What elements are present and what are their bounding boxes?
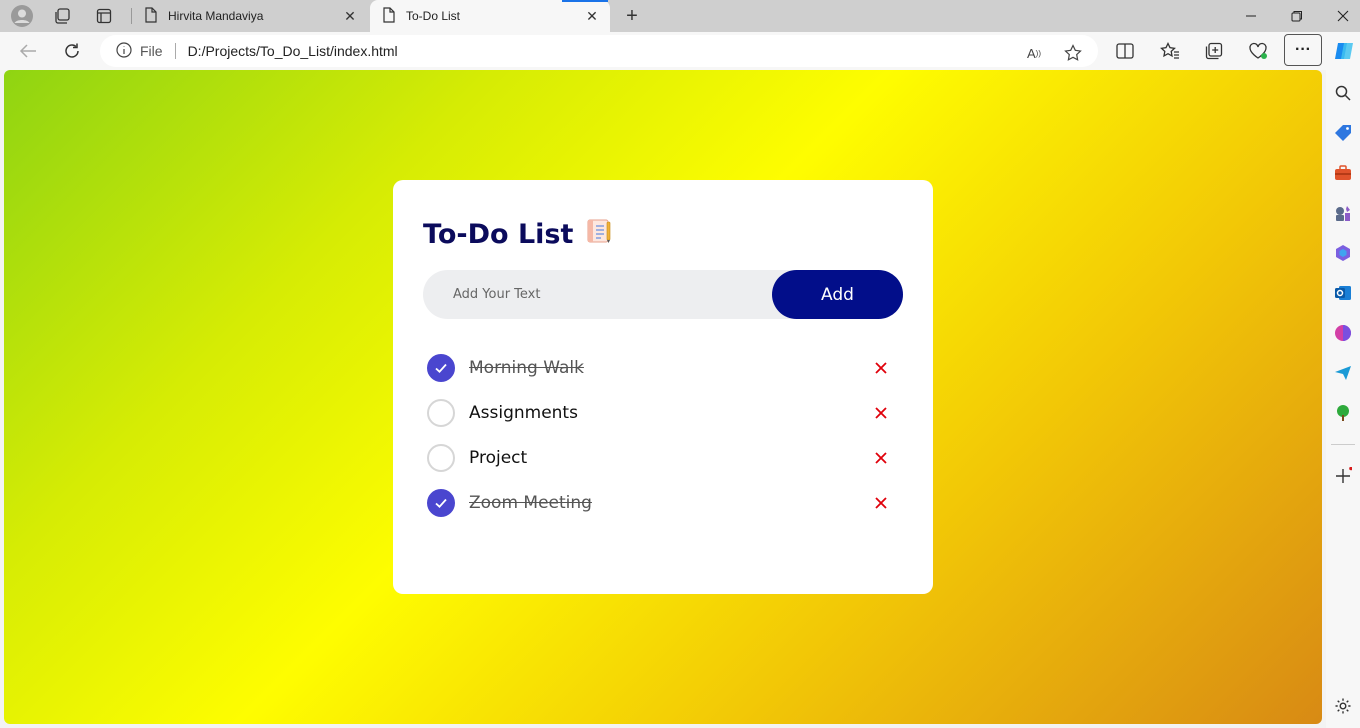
page-icon (382, 6, 396, 26)
back-arrow-icon[interactable] (14, 37, 42, 65)
edge-sidebar (1326, 70, 1360, 728)
address-separator (174, 43, 176, 59)
page-title: To-Do List (423, 218, 613, 251)
workspaces-icon[interactable] (50, 4, 74, 28)
todo-card: To-Do List Add Morning Walk Assignments Pr… (393, 180, 933, 594)
browser-essentials-icon[interactable] (1244, 37, 1272, 65)
add-button[interactable]: Add (772, 270, 903, 319)
task-item[interactable]: Assignments (427, 393, 897, 433)
delete-x-icon[interactable] (869, 356, 893, 380)
notepad-icon (585, 218, 613, 251)
copilot-icon[interactable] (1330, 37, 1358, 65)
tab-hirvita[interactable]: Hirvita Mandaviya ✕ (132, 0, 368, 32)
delete-x-icon[interactable] (869, 491, 893, 515)
favorite-star-icon[interactable] (1061, 41, 1085, 65)
title-text: To-Do List (423, 219, 574, 250)
close-window-button[interactable] (1320, 0, 1360, 32)
loading-indicator (562, 0, 608, 2)
restore-button[interactable] (1274, 0, 1320, 32)
profile-icon[interactable] (10, 4, 34, 28)
split-screen-icon[interactable] (1111, 37, 1139, 65)
page-viewport: To-Do List Add Morning Walk Assignments Pr… (4, 70, 1322, 724)
new-tab-button[interactable]: + (620, 4, 644, 28)
designer-icon[interactable] (1333, 323, 1353, 343)
refresh-icon[interactable] (58, 37, 86, 65)
unchecked-circle-icon[interactable] (427, 444, 455, 472)
checked-circle-icon[interactable] (427, 354, 455, 382)
shopping-tag-icon[interactable] (1333, 123, 1353, 143)
task-text[interactable]: Project (469, 448, 869, 468)
task-item[interactable]: Morning Walk (427, 348, 897, 388)
favorites-icon[interactable] (1156, 37, 1184, 65)
outlook-icon[interactable] (1333, 283, 1353, 303)
info-icon[interactable] (116, 41, 132, 61)
tools-briefcase-icon[interactable] (1333, 163, 1353, 183)
task-input-row: Add (423, 270, 903, 319)
tree-icon[interactable] (1333, 403, 1353, 423)
tab-title: To-Do List (406, 9, 461, 23)
sidebar-settings-gear-icon[interactable] (1333, 696, 1353, 716)
browser-toolbar: File D:/Projects/To_Do_List/index.html A… (0, 32, 1360, 70)
task-item[interactable]: Zoom Meeting (427, 483, 897, 523)
tab-todo-list[interactable]: To-Do List ✕ (370, 0, 610, 32)
unchecked-circle-icon[interactable] (427, 399, 455, 427)
url-text[interactable]: D:/Projects/To_Do_List/index.html (188, 43, 398, 59)
close-tab-icon[interactable]: ✕ (582, 6, 602, 26)
page-icon (144, 6, 158, 26)
security-label: File (140, 43, 163, 59)
sidebar-separator (1331, 444, 1355, 445)
task-input[interactable] (453, 270, 763, 319)
read-aloud-icon[interactable]: A)) (1022, 41, 1046, 65)
settings-and-more-button[interactable]: ··· (1284, 34, 1322, 66)
add-sidebar-app-icon[interactable] (1333, 466, 1353, 486)
close-tab-icon[interactable]: ✕ (340, 6, 360, 26)
search-icon[interactable] (1333, 83, 1353, 103)
delete-x-icon[interactable] (869, 401, 893, 425)
task-text[interactable]: Zoom Meeting (469, 493, 869, 513)
microsoft-365-icon[interactable] (1333, 243, 1353, 263)
task-text[interactable]: Morning Walk (469, 358, 869, 378)
tab-title: Hirvita Mandaviya (168, 9, 264, 23)
tab-strip: Hirvita Mandaviya ✕ To-Do List ✕ + (0, 0, 1360, 32)
delete-x-icon[interactable] (869, 446, 893, 470)
tab-actions-icon[interactable] (92, 4, 116, 28)
task-text[interactable]: Assignments (469, 403, 869, 423)
task-item[interactable]: Project (427, 438, 897, 478)
collections-icon[interactable] (1200, 37, 1228, 65)
games-icon[interactable] (1333, 203, 1353, 223)
send-icon[interactable] (1333, 363, 1353, 383)
minimize-button[interactable] (1228, 0, 1274, 32)
address-bar[interactable]: File D:/Projects/To_Do_List/index.html A… (100, 35, 1098, 67)
checked-circle-icon[interactable] (427, 489, 455, 517)
